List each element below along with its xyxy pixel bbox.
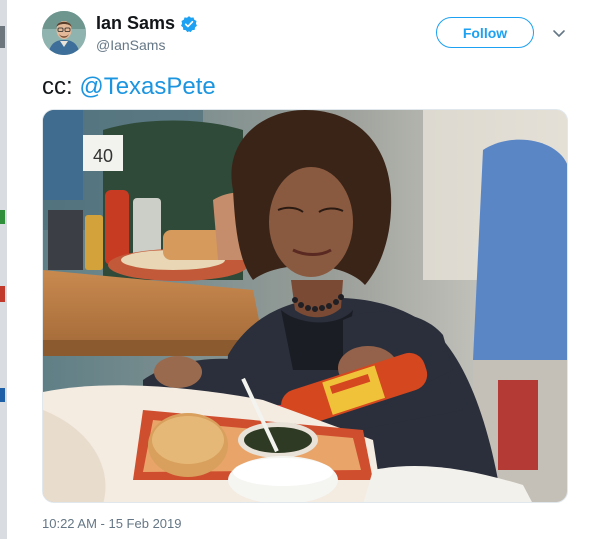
avatar-image <box>42 11 86 55</box>
tweet-timestamp[interactable]: 10:22 AM - 15 Feb 2019 <box>42 516 181 531</box>
background-page-fragment <box>0 210 5 224</box>
avatar[interactable] <box>42 11 86 55</box>
tweet-text: cc: @TexasPete <box>42 73 216 101</box>
author-name[interactable]: Ian Sams <box>96 13 198 34</box>
tweet-photo-image: 40 <box>43 110 567 502</box>
verified-badge-icon <box>181 15 197 32</box>
tweet-photo[interactable]: 40 <box>42 109 568 503</box>
author-handle[interactable]: @IanSams <box>96 37 165 53</box>
background-page-fragment <box>0 26 5 48</box>
table-number-sign: 40 <box>93 146 113 166</box>
tweet-text-prefix: cc: <box>42 73 80 100</box>
background-page-fragment <box>0 388 5 402</box>
background-page-fragment <box>0 286 5 302</box>
author-name-text: Ian Sams <box>96 13 176 33</box>
mention-link[interactable]: @TexasPete <box>79 73 215 100</box>
background-page-edge <box>0 0 7 539</box>
follow-button[interactable]: Follow <box>436 17 534 48</box>
chevron-down-icon[interactable] <box>551 25 567 41</box>
